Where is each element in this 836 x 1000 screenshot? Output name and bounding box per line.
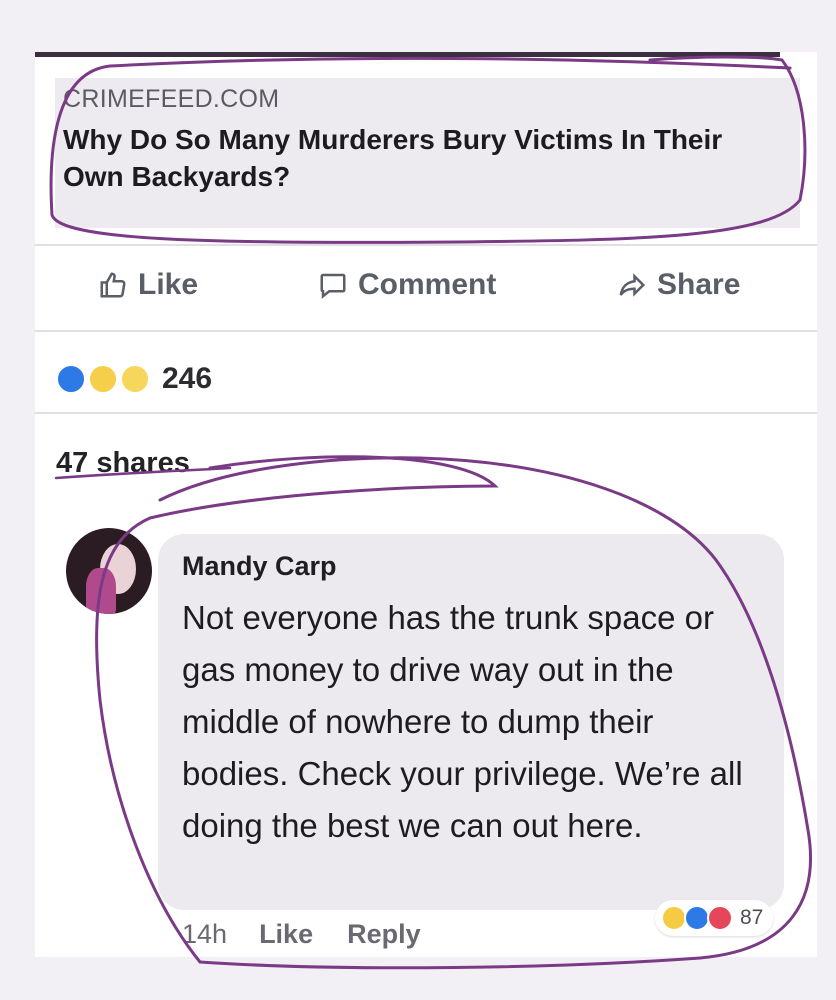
- divider: [35, 412, 817, 414]
- link-domain: CRIMEFEED.COM: [63, 85, 280, 113]
- comment-reaction-count: 87: [740, 906, 764, 929]
- reaction-count: 246: [162, 362, 213, 395]
- comment-text: Not everyone has the trunk space or gas …: [182, 599, 743, 844]
- thumbs-up-icon: [100, 272, 126, 298]
- comment-time[interactable]: 14h: [182, 919, 227, 950]
- share-button[interactable]: Share: [617, 268, 740, 302]
- post-action-bar: Like Comment Share: [35, 262, 817, 312]
- love-reaction-icon: [707, 905, 733, 931]
- comment-author[interactable]: Mandy Carp: [182, 551, 337, 582]
- comment-bubble-icon: [320, 273, 346, 299]
- comment-label: Comment: [358, 268, 497, 301]
- shares-count[interactable]: 47 shares: [56, 447, 190, 480]
- wow-reaction-icon: [88, 364, 118, 394]
- comment-meta: 14h Like Reply: [182, 919, 455, 950]
- like-reaction-icon: [56, 364, 86, 394]
- like-label: Like: [138, 268, 199, 301]
- avatar-hair: [86, 568, 116, 614]
- divider: [35, 244, 817, 246]
- comment-like-button[interactable]: Like: [259, 919, 313, 950]
- divider: [35, 330, 817, 332]
- post-top-border: [35, 52, 780, 57]
- share-label: Share: [657, 268, 741, 301]
- share-arrow-icon: [619, 273, 646, 297]
- comment-reactions[interactable]: 87: [655, 900, 774, 936]
- comment-button[interactable]: Comment: [318, 268, 496, 302]
- comment-reply-button[interactable]: Reply: [347, 919, 421, 950]
- link-headline[interactable]: Why Do So Many Murderers Bury Victims In…: [63, 121, 783, 195]
- avatar[interactable]: [66, 528, 152, 614]
- haha-reaction-icon: [120, 364, 150, 394]
- post-reactions-summary[interactable]: 246: [56, 362, 212, 396]
- like-button[interactable]: Like: [98, 268, 198, 302]
